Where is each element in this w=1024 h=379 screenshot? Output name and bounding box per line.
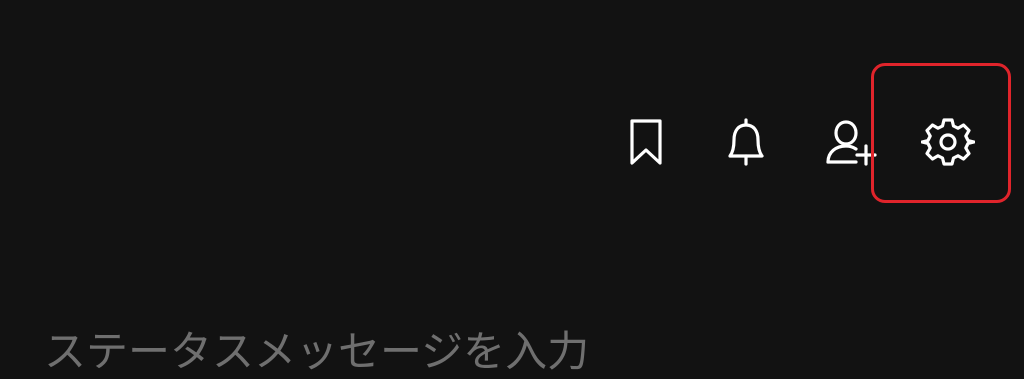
settings-button[interactable] (918, 112, 978, 172)
profile-toolbar (600, 100, 1000, 184)
add-friend-icon (826, 120, 877, 166)
bell-icon (728, 118, 764, 166)
status-message-input[interactable] (44, 325, 984, 379)
gear-icon (921, 118, 975, 166)
notifications-button[interactable] (716, 112, 776, 172)
bookmark-button[interactable] (616, 112, 676, 172)
add-friend-button[interactable] (822, 112, 882, 172)
profile-screen (0, 0, 1024, 379)
bookmark-icon (630, 119, 662, 165)
